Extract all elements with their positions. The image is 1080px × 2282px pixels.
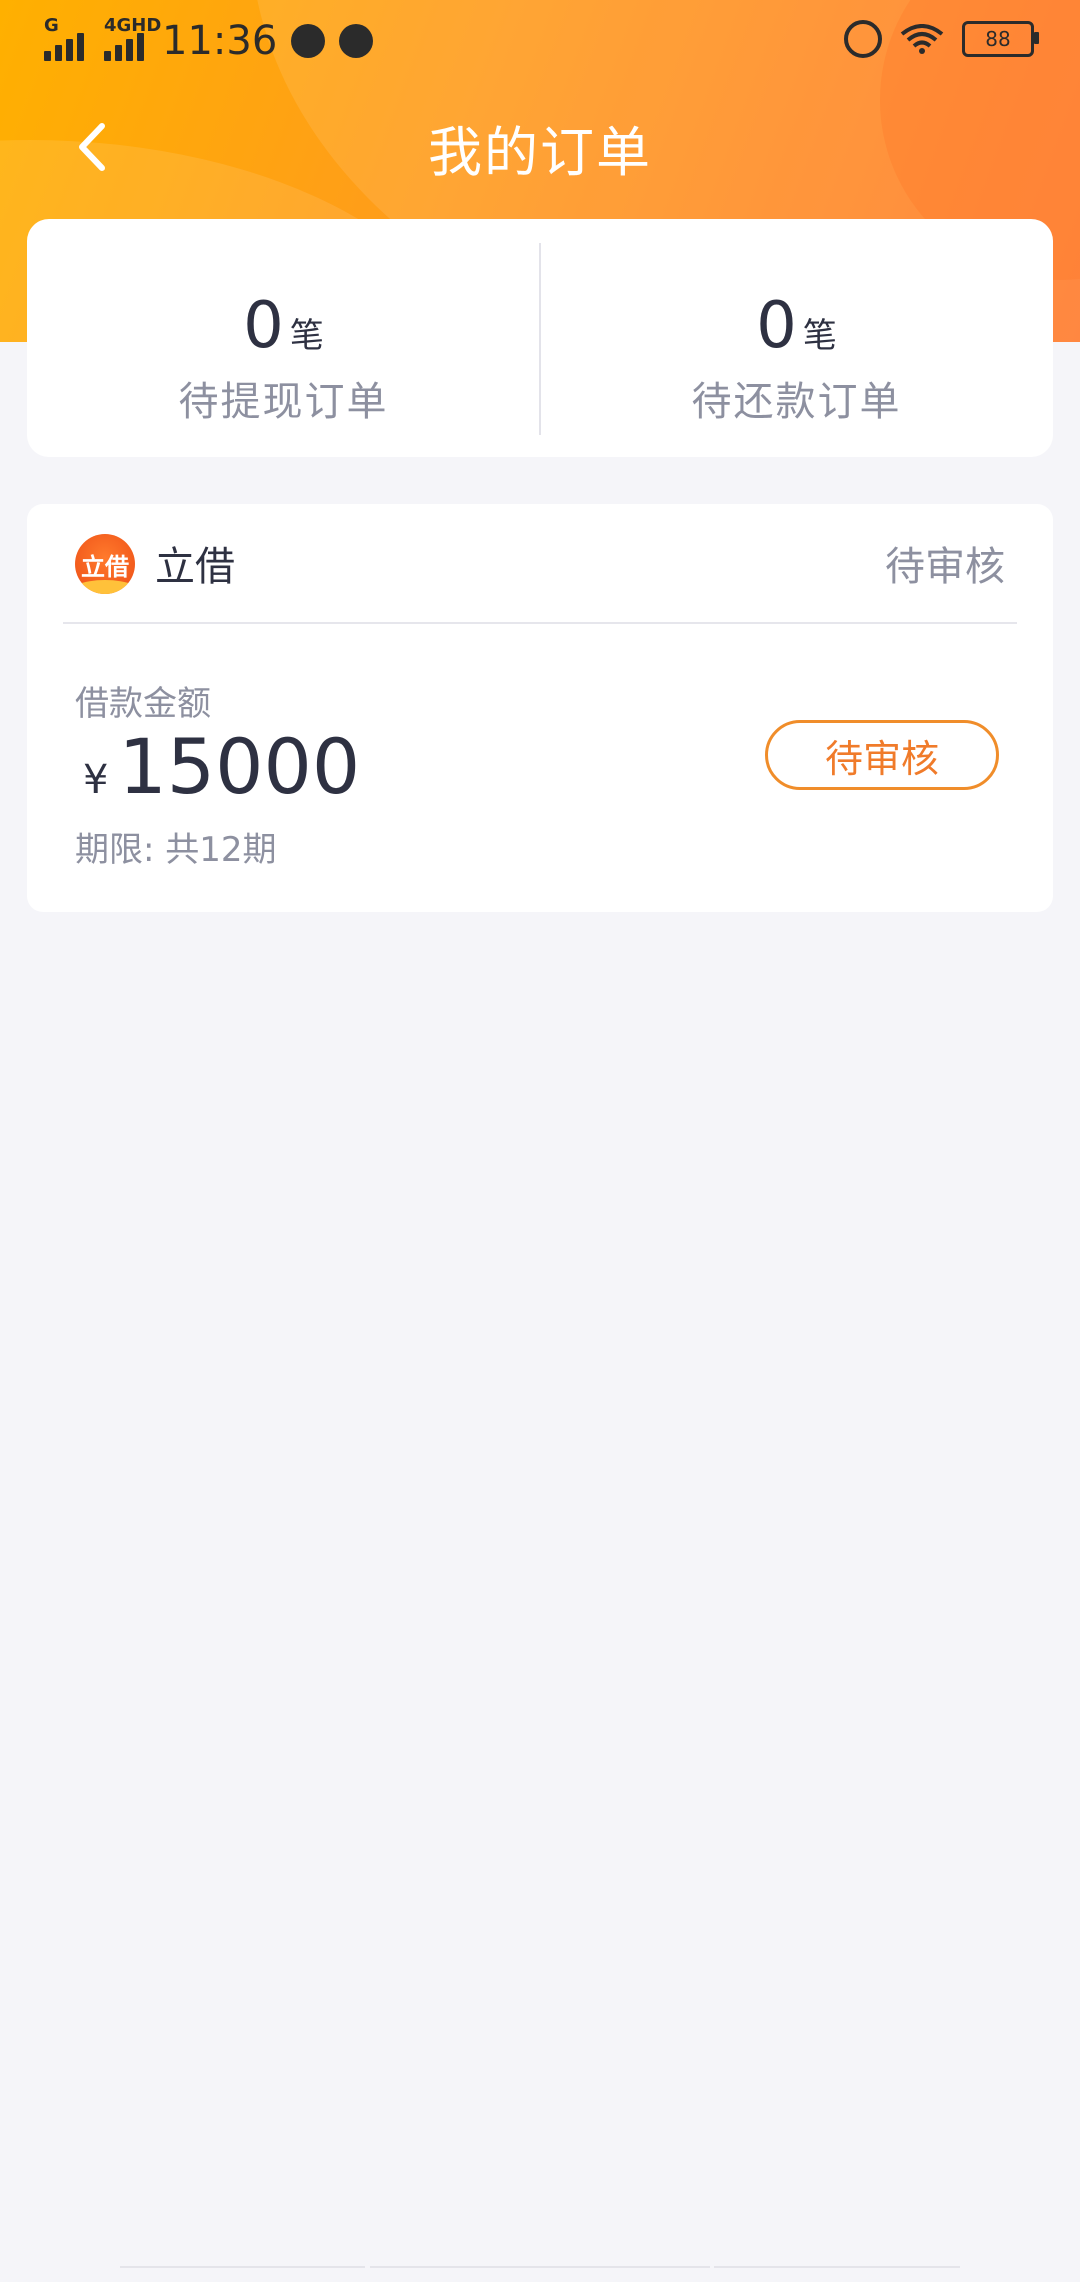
- pending-repay-label: 待还款订单: [691, 379, 902, 425]
- page-title: 我的订单: [428, 121, 652, 184]
- order-header: 立借 立借 待审核: [27, 504, 1053, 622]
- wifi-icon: [900, 24, 944, 54]
- wechat-icon: [291, 24, 326, 58]
- network-type: G: [44, 15, 59, 36]
- bottom-edge: [0, 2266, 1080, 2280]
- status-left: G 4GHD 11:36: [44, 15, 374, 64]
- pending-repay-summary[interactable]: 0 笔 待还款订单: [540, 219, 1053, 457]
- loan-amount: 15000: [118, 722, 361, 811]
- pending-withdraw-label: 待提现订单: [178, 379, 389, 425]
- battery-level: 88: [985, 27, 1011, 51]
- count-line: 0 笔: [540, 289, 1053, 363]
- network-type: 4GHD: [104, 15, 162, 36]
- browser-icon: [339, 24, 374, 58]
- signal-icon: G: [44, 15, 84, 61]
- order-divider: [63, 622, 1017, 624]
- pending-repay-count: 0: [756, 289, 797, 363]
- nav-bar: 我的订单: [0, 90, 1080, 200]
- status-time: 11:36: [162, 18, 278, 64]
- loan-term: 期限: 共12期: [75, 830, 277, 870]
- pending-withdraw-summary[interactable]: 0 笔 待提现订单: [27, 219, 540, 457]
- brand-logo-icon: 立借: [75, 534, 135, 594]
- count-unit: 笔: [289, 316, 324, 356]
- order-card[interactable]: 立借 立借 待审核 借款金额 ¥ 15000 期限: 共12期 待审核: [27, 504, 1053, 912]
- pending-review-button[interactable]: 待审核: [765, 720, 999, 790]
- order-status: 待审核: [885, 544, 1005, 590]
- count-line: 0 笔: [27, 289, 540, 363]
- signal-icon: 4GHD: [104, 15, 161, 61]
- summary-card: 0 笔 待提现订单 0 笔 待还款订单: [27, 219, 1053, 457]
- count-unit: 笔: [802, 316, 837, 356]
- brand-name: 立借: [155, 544, 235, 590]
- currency-symbol: ¥: [83, 757, 109, 803]
- alarm-icon: [844, 20, 882, 58]
- brand-logo-text: 立借: [81, 552, 129, 581]
- pending-withdraw-count: 0: [243, 289, 284, 363]
- amount-label: 借款金额: [75, 684, 211, 724]
- status-right: 88: [844, 20, 1039, 58]
- amount-line: ¥ 15000: [83, 722, 360, 811]
- status-bar: G 4GHD 11:36 88: [0, 0, 1080, 84]
- battery-icon: 88: [962, 21, 1039, 57]
